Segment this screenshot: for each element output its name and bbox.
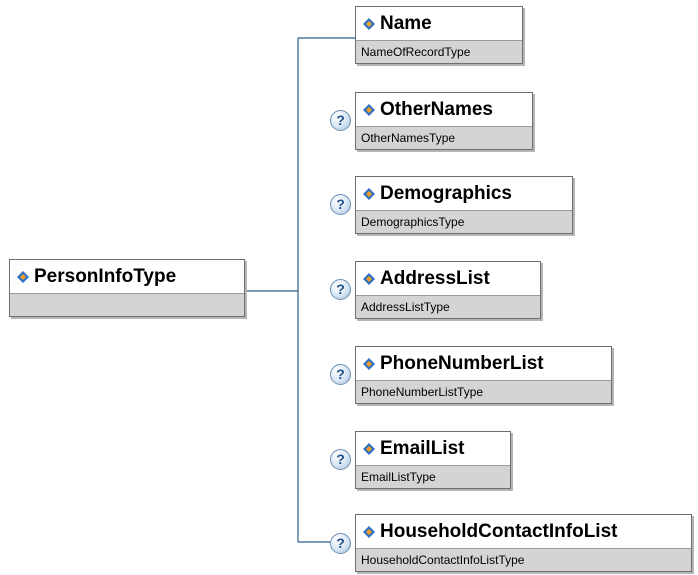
child-node-emaillist[interactable]: EmailList EmailListType — [355, 431, 511, 489]
child-node-addresslist[interactable]: AddressList AddressListType — [355, 261, 541, 319]
child-node-demographics[interactable]: Demographics DemographicsType — [355, 176, 573, 234]
root-node[interactable]: PersonInfoType — [9, 259, 245, 317]
optional-icon: ? — [330, 533, 351, 554]
child-node-title: EmailList — [380, 437, 465, 459]
child-node-type: DemographicsType — [356, 210, 572, 233]
element-icon — [363, 103, 375, 116]
child-node-title: AddressList — [380, 267, 490, 289]
optional-icon: ? — [330, 449, 351, 470]
child-node-title: HouseholdContactInfoList — [380, 520, 618, 542]
child-node-type: PhoneNumberListType — [356, 380, 611, 403]
child-node-othernames[interactable]: OtherNames OtherNamesType — [355, 92, 533, 150]
child-node-type: EmailListType — [356, 465, 510, 488]
element-icon — [363, 442, 375, 455]
root-node-title: PersonInfoType — [34, 265, 177, 287]
element-icon — [363, 187, 375, 200]
child-node-title: Name — [380, 12, 432, 34]
child-node-name[interactable]: Name NameOfRecordType — [355, 6, 523, 64]
element-icon — [363, 525, 375, 538]
schema-diagram: PersonInfoType Name NameOfRecordType ? O… — [0, 0, 698, 575]
element-icon — [363, 17, 375, 30]
element-icon — [363, 272, 375, 285]
child-node-phonenumberlist[interactable]: PhoneNumberList PhoneNumberListType — [355, 346, 612, 404]
child-node-householdcontactinfolist[interactable]: HouseholdContactInfoList HouseholdContac… — [355, 514, 692, 572]
child-node-title: OtherNames — [380, 98, 493, 120]
element-icon — [17, 270, 29, 283]
child-node-type: AddressListType — [356, 295, 540, 318]
child-node-title: Demographics — [380, 182, 512, 204]
root-node-type — [10, 293, 244, 316]
child-node-title: PhoneNumberList — [380, 352, 544, 374]
optional-icon: ? — [330, 364, 351, 385]
child-node-type: HouseholdContactInfoListType — [356, 548, 691, 571]
optional-icon: ? — [330, 194, 351, 215]
child-node-type: OtherNamesType — [356, 126, 532, 149]
child-node-type: NameOfRecordType — [356, 40, 522, 63]
optional-icon: ? — [330, 110, 351, 131]
optional-icon: ? — [330, 279, 351, 300]
element-icon — [363, 357, 375, 370]
